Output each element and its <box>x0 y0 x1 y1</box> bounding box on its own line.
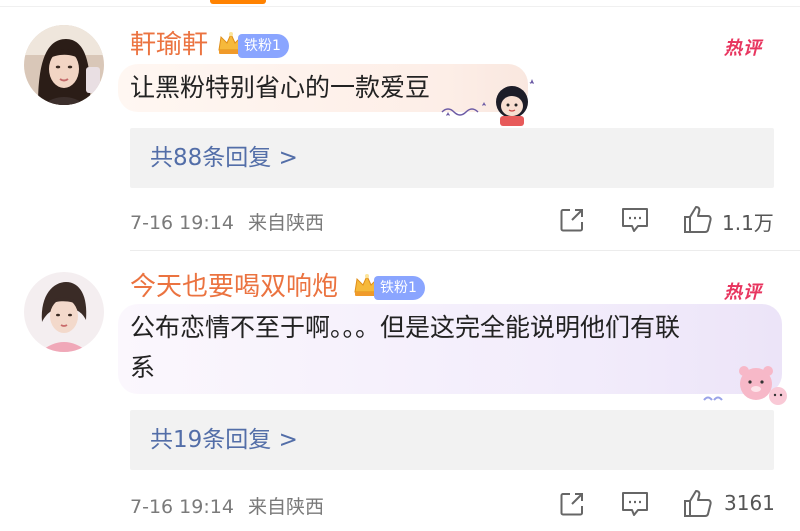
comment-text: 让黑粉特别省心的一款爱豆 <box>130 73 431 102</box>
comment-text-line: 公布恋情不至于啊。。。但是这完全能说明他们有联 <box>130 313 681 342</box>
comment-text-line: 系 <box>130 353 156 382</box>
avatar[interactable] <box>24 25 104 105</box>
comment-meta: 7-16 19:14 来自陕西 <box>130 492 324 519</box>
view-replies-link[interactable]: 共88条回复 > <box>150 142 298 174</box>
like-icon[interactable] <box>682 204 714 238</box>
view-replies-link[interactable]: 共19条回复 > <box>150 424 298 456</box>
like-count: 3161 <box>724 491 775 515</box>
comment-item: 今天也要喝双响炮 铁粉1 热评 公布恋情不至于啊。。。但是这完全能说明他们有联 … <box>0 250 800 531</box>
like-count: 1.1万 <box>722 211 774 235</box>
fan-badge[interactable]: 铁粉1 <box>374 276 425 300</box>
comment-text: 公布恋情不至于啊。。。但是这完全能说明他们有联 系 <box>130 308 770 388</box>
fan-badge[interactable]: 铁粉1 <box>238 34 289 58</box>
timestamp: 7-16 19:14 <box>130 212 234 234</box>
like-icon[interactable] <box>682 488 714 522</box>
username[interactable]: 今天也要喝双响炮 <box>130 272 338 302</box>
replies-box[interactable]: 共88条回复 > <box>130 128 774 188</box>
comment-icon[interactable] <box>620 490 650 522</box>
avatar[interactable] <box>24 272 104 352</box>
username[interactable]: 軒瑜軒 <box>130 30 208 60</box>
replies-box[interactable]: 共19条回复 > <box>130 410 774 470</box>
share-icon[interactable] <box>558 490 586 522</box>
comment-item: 軒瑜軒 铁粉1 热评 让黑粉特别省心的一款爱豆 共88条回复 > 7-16 19… <box>0 0 800 250</box>
share-icon[interactable] <box>558 206 586 238</box>
location: 来自陕西 <box>247 496 324 518</box>
cartoon-girl-sticker <box>436 76 542 130</box>
bear-sticker <box>700 362 790 410</box>
location: 来自陕西 <box>247 212 324 234</box>
timestamp: 7-16 19:14 <box>130 496 234 518</box>
hot-comment-badge: 热评 <box>724 282 762 303</box>
comment-icon[interactable] <box>620 206 650 238</box>
comment-meta: 7-16 19:14 来自陕西 <box>130 208 324 235</box>
hot-comment-badge: 热评 <box>724 38 762 59</box>
